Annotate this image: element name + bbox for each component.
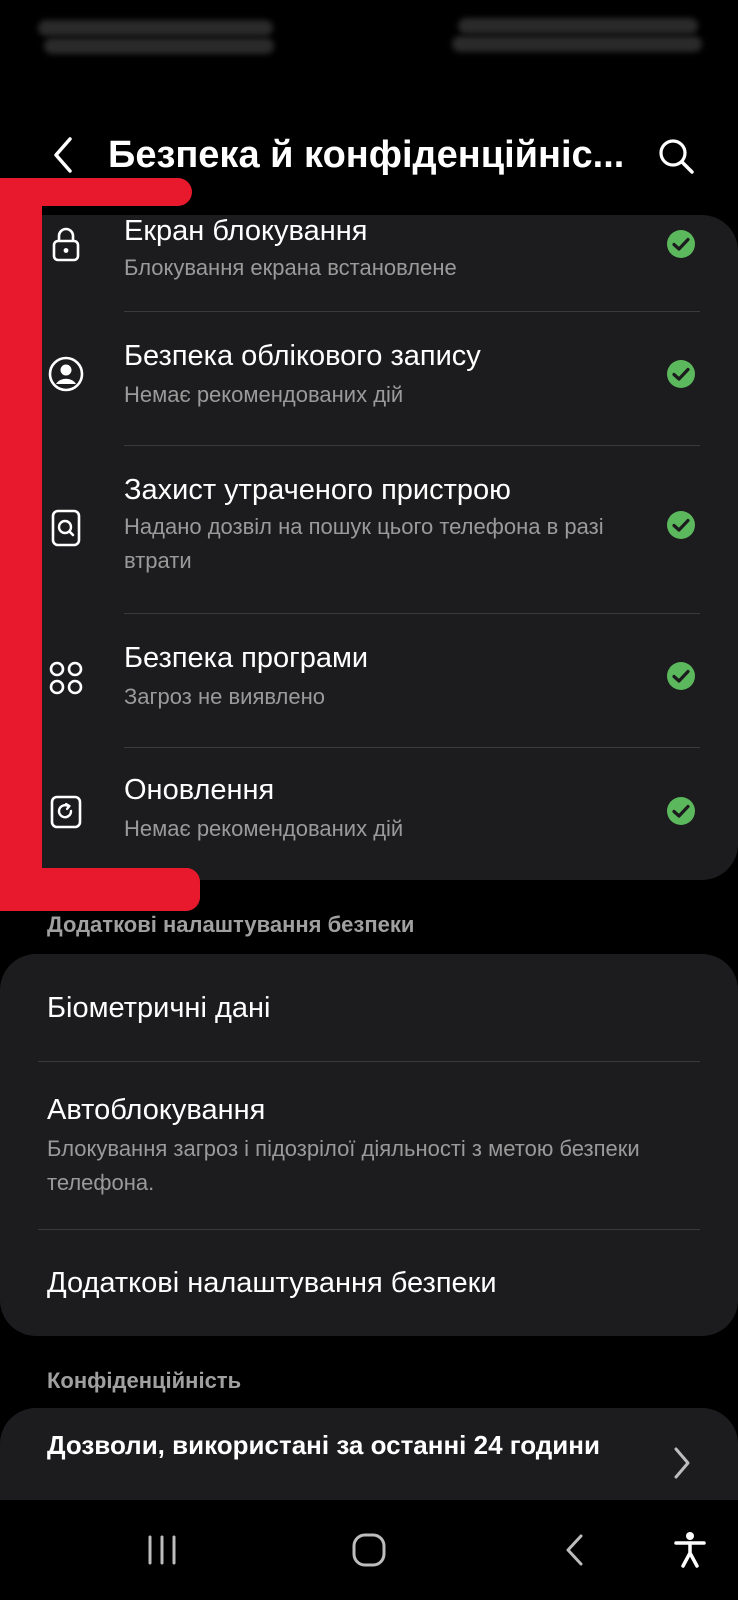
account-circle-icon [46, 354, 86, 394]
system-navigation-bar [0, 1500, 738, 1600]
recents-button[interactable] [137, 1525, 187, 1575]
nav-back-button[interactable] [550, 1525, 600, 1575]
list-item-permissions-24h[interactable]: Дозволи, використані за останні 24 годин… [0, 1408, 738, 1500]
find-device-icon [46, 508, 86, 548]
additional-security-card: Біометричні дані Автоблокування Блокуван… [0, 954, 738, 1336]
section-header-privacy: Конфіденційність [47, 1368, 242, 1393]
auto-blocker-subtitle: Блокування загроз і підозрілої діяльност… [47, 1136, 640, 1195]
lock-screen-subtitle: Блокування екрана встановлене [124, 255, 457, 280]
app-security-title: Безпека програми [124, 642, 369, 674]
biometrics-title: Біометричні дані [47, 992, 271, 1024]
check-circle-icon [667, 662, 695, 690]
lost-device-title: Захист утраченого пристрою [124, 474, 511, 506]
back-button[interactable] [38, 130, 88, 180]
lock-screen-title: Екран блокування [124, 215, 368, 247]
home-icon [352, 1533, 386, 1567]
page-title: Безпека й конфіденційніс... [108, 134, 625, 176]
search-icon [659, 139, 694, 174]
list-item-lost-device-protection[interactable]: Захист утраченого пристрою Надано дозвіл… [0, 446, 738, 612]
app-security-subtitle: Загроз не виявлено [124, 684, 325, 709]
check-circle-icon [667, 360, 695, 388]
list-item-updates[interactable]: Оновлення Немає рекомендованих дій [0, 748, 738, 880]
status-bar-blur-right-2 [452, 36, 702, 52]
list-item-additional-security-settings[interactable]: Додаткові налаштування безпеки [0, 1230, 738, 1336]
search-button[interactable] [650, 130, 702, 182]
list-item-lock-screen[interactable]: Екран блокування Блокування екрана встан… [0, 215, 738, 310]
status-bar [0, 0, 738, 70]
list-item-biometrics[interactable]: Біометричні дані [0, 954, 738, 1061]
list-item-app-security[interactable]: Безпека програми Загроз не виявлено [0, 614, 738, 746]
account-security-title: Безпека облікового запису [124, 340, 481, 372]
lock-icon [46, 225, 86, 265]
accessibility-icon [674, 1532, 706, 1568]
auto-blocker-title: Автоблокування [47, 1094, 266, 1126]
section-header-additional-security: Додаткові налаштування безпеки [47, 912, 415, 937]
check-circle-icon [667, 797, 695, 825]
lost-device-subtitle: Надано дозвіл на пошук цього телефона в … [124, 514, 604, 573]
permissions-24h-title: Дозволи, використані за останні 24 годин… [47, 1430, 600, 1460]
status-bar-blur-left [38, 20, 273, 36]
check-circle-icon [667, 230, 695, 258]
app-bar: Безпека й конфіденційніс... [0, 110, 738, 200]
update-icon [46, 792, 86, 832]
updates-title: Оновлення [124, 774, 275, 806]
check-circle-icon [667, 511, 695, 539]
account-security-subtitle: Немає рекомендованих дій [124, 382, 404, 407]
status-bar-blur-right [458, 18, 698, 34]
privacy-card: Дозволи, використані за останні 24 годин… [0, 1408, 738, 1500]
recents-icon [148, 1535, 176, 1565]
security-status-card: Екран блокування Блокування екрана встан… [0, 215, 738, 880]
list-item-auto-blocker[interactable]: Автоблокування Блокування загроз і підоз… [0, 1062, 738, 1228]
status-bar-blur-left-2 [44, 38, 274, 54]
apps-grid-icon [46, 658, 86, 698]
chevron-right-icon [674, 1447, 690, 1479]
chevron-left-icon [54, 137, 72, 173]
additional-security-settings-title: Додаткові налаштування безпеки [47, 1267, 497, 1299]
list-item-account-security[interactable]: Безпека облікового запису Немає рекоменд… [0, 312, 738, 444]
back-icon [566, 1534, 583, 1566]
updates-subtitle: Немає рекомендованих дій [124, 816, 404, 841]
home-button[interactable] [344, 1525, 394, 1575]
accessibility-button[interactable] [665, 1525, 715, 1575]
